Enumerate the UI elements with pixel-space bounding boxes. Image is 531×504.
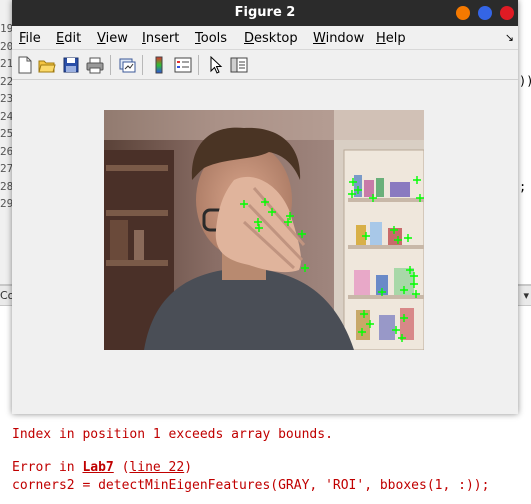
line-number: 25	[0, 127, 14, 140]
line-number: 26	[0, 145, 14, 158]
edit-plot-arrow-icon[interactable]	[206, 56, 224, 74]
property-inspector-icon[interactable]	[230, 56, 248, 74]
line-number: 23	[0, 92, 14, 105]
dock-arrow-icon[interactable]: ↘	[505, 31, 514, 44]
menu-edit[interactable]: Edit	[56, 31, 81, 46]
minimize-button[interactable]	[456, 6, 470, 20]
open-file-icon[interactable]	[38, 56, 56, 74]
figure-toolbar	[12, 50, 518, 80]
figure-window[interactable]: Figure 2 File Edit View Insert Tools Des…	[12, 0, 518, 414]
menu-desktop[interactable]: Desktop	[244, 31, 298, 46]
code-fragment: ))	[519, 74, 531, 88]
menu-help[interactable]: Help	[376, 31, 406, 46]
link-plot-icon[interactable]	[118, 56, 136, 74]
error-location: Error in Lab7 (line 22)	[12, 460, 192, 475]
line-number: 22	[0, 75, 14, 88]
line-number: 27	[0, 162, 14, 175]
figure-menubar: File Edit View Insert Tools Desktop Wind…	[12, 26, 518, 50]
menu-tools[interactable]: Tools	[195, 31, 227, 46]
line-number: 24	[0, 110, 14, 123]
paren-close: )	[184, 460, 193, 475]
close-button[interactable]	[500, 6, 514, 20]
editor-code-visible-edge[interactable]: )) ;	[518, 0, 531, 290]
line-number: 28	[0, 180, 14, 193]
panel-menu-icon[interactable]: ▾	[523, 289, 529, 302]
error-prefix: Error in	[12, 460, 83, 475]
figure-titlebar[interactable]: Figure 2	[12, 0, 518, 26]
menu-view[interactable]: View	[97, 31, 128, 46]
editor-gutter: 19 20 21 22 23 24 25 26 27 28 29	[0, 0, 14, 290]
toolbar-separator	[110, 55, 111, 75]
error-message: Index in position 1 exceeds array bounds…	[12, 427, 333, 442]
paren-open: (	[113, 460, 130, 475]
print-icon[interactable]	[86, 56, 104, 74]
figure-canvas[interactable]	[12, 81, 518, 414]
error-function-link[interactable]: Lab7	[82, 460, 113, 475]
webcam-image-with-corner-features	[104, 110, 424, 350]
menu-insert[interactable]: Insert	[142, 31, 179, 46]
toolbar-separator	[198, 55, 199, 75]
error-line-link[interactable]: line 22	[129, 460, 184, 475]
code-fragment: ;	[519, 180, 527, 194]
error-code-line: corners2 = detectMinEigenFeatures(GRAY, …	[12, 478, 490, 493]
figure-title: Figure 2	[234, 5, 296, 20]
menu-window[interactable]: Window	[313, 31, 364, 46]
insert-colorbar-icon[interactable]	[150, 56, 168, 74]
insert-legend-icon[interactable]	[174, 56, 192, 74]
toolbar-separator	[142, 55, 143, 75]
line-number: 21	[0, 57, 14, 70]
maximize-button[interactable]	[478, 6, 492, 20]
new-figure-icon[interactable]	[16, 56, 34, 74]
save-icon[interactable]	[62, 56, 80, 74]
line-number: 19	[0, 22, 14, 35]
line-number: 20	[0, 40, 14, 53]
menu-file[interactable]: File	[19, 31, 41, 46]
line-number: 29	[0, 197, 14, 210]
